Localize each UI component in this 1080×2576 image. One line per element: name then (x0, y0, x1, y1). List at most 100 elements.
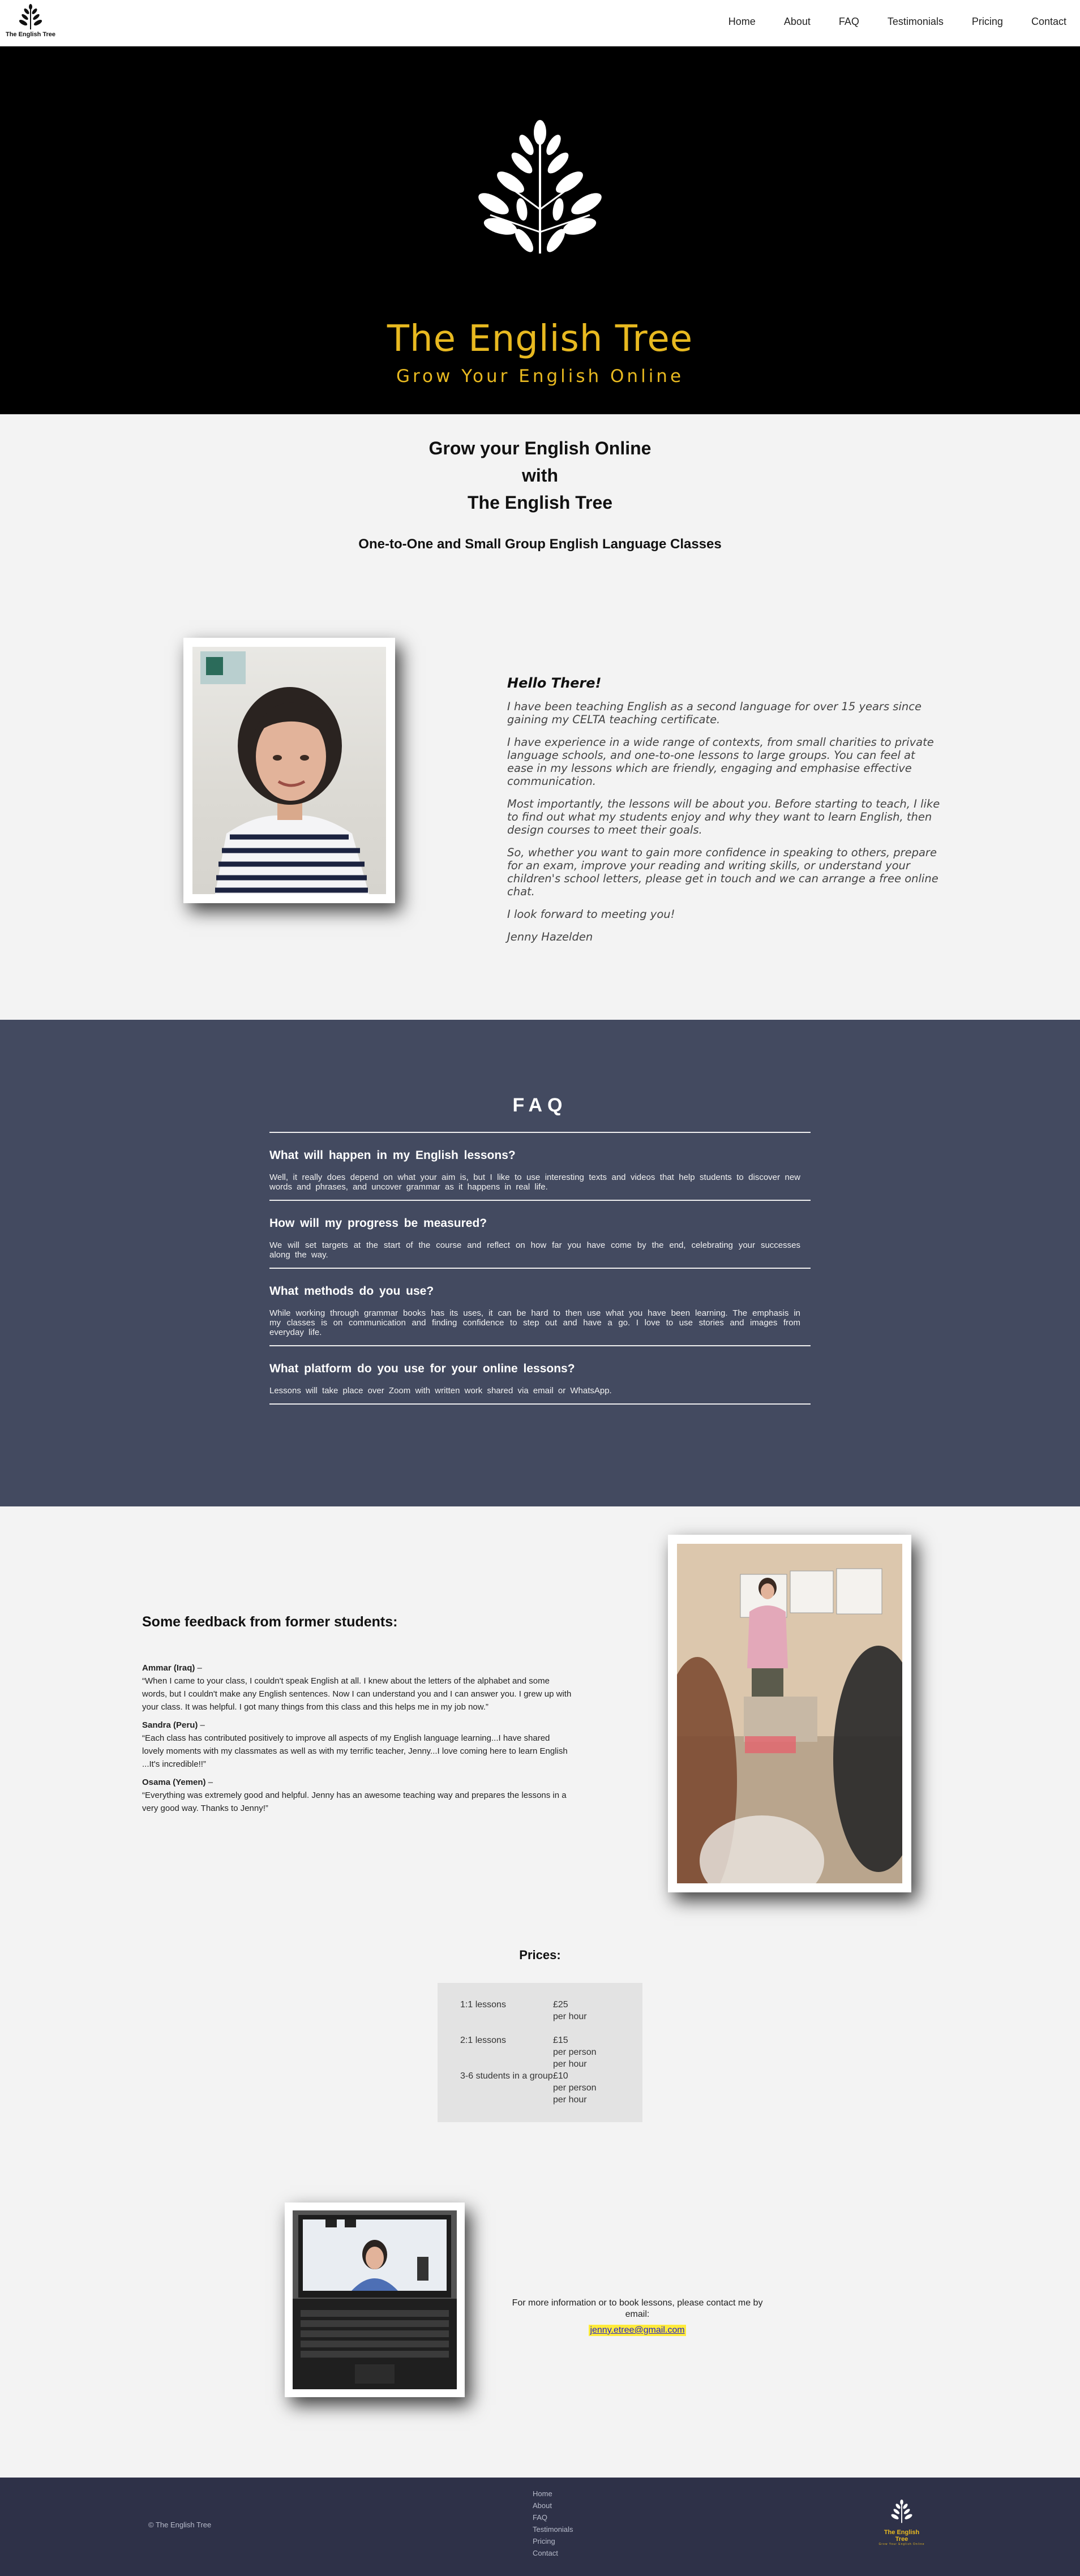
testimonials-section: Some feedback from former students: Amma… (0, 1506, 1080, 1948)
testimonial-item: Osama (Yemen) – “Everything was extremel… (142, 1776, 572, 1815)
footer-link-faq[interactable]: FAQ (533, 2511, 573, 2523)
intro-section: Grow your English Online with The Englis… (0, 414, 1080, 903)
nav-links: Home About FAQ Testimonials Pricing Cont… (714, 16, 1066, 28)
faq-item[interactable]: What methods do you use? While working t… (269, 1269, 811, 1337)
faq-question[interactable]: How will my progress be measured? (269, 1217, 811, 1230)
faq-question[interactable]: What platform do you use for your online… (269, 1362, 811, 1376)
intro-heading: Grow your English Online with The Englis… (0, 435, 1080, 516)
about-paragraph: So, whether you want to gain more confid… (507, 846, 938, 898)
testimonial-dash: – (208, 1778, 213, 1787)
pricing-unit: per person per hour (553, 2083, 597, 2105)
testimonial-dash: – (200, 1720, 205, 1730)
pricing-row: 1:1 lessons £25 per hour (438, 1999, 642, 2023)
nav-link-about[interactable]: About (770, 16, 825, 28)
pricing-row-label: 2:1 lessons (460, 2036, 506, 2045)
footer-link-testimonials[interactable]: Testimonials (533, 2523, 573, 2535)
pricing-row-value: £10 per person per hour (553, 2070, 598, 2106)
footer-logo[interactable]: The English Tree Grow Your English Onlin… (877, 2498, 926, 2546)
pricing-row: 3-6 students in a group £10 per person p… (438, 2070, 642, 2106)
footer-logo-text: The English Tree (884, 2529, 920, 2543)
top-navigation: The English Tree Home About FAQ Testimon… (0, 0, 1080, 46)
about-paragraph: I have experience in a wide range of con… (507, 736, 934, 788)
footer-link-pricing[interactable]: Pricing (533, 2535, 573, 2547)
classroom-illustration (677, 1544, 902, 1883)
faq-answer: While working through grammar books has … (269, 1308, 800, 1337)
teacher-portrait-frame (183, 638, 395, 903)
site-logo[interactable]: The English Tree (5, 3, 57, 38)
about-text: Hello There! I have been teaching Englis… (507, 675, 943, 953)
pricing-title: Prices: (519, 1948, 561, 1962)
faq-question[interactable]: What methods do you use? (269, 1285, 811, 1298)
contact-message: For more information or to book lessons,… (512, 2298, 763, 2319)
faq-item[interactable]: What will happen in my English lessons? … (269, 1133, 811, 1192)
about-greeting: Hello There! (507, 675, 602, 691)
about-signature: Jenny Hazelden (507, 930, 593, 943)
footer-logo-subtitle: Grow Your English Online (878, 2543, 925, 2546)
about-section: Hello There! I have been teaching Englis… (0, 675, 1080, 1020)
portrait-illustration (200, 651, 369, 894)
intro-heading-line: The English Tree (467, 492, 613, 513)
pricing-amount: £15 (553, 2036, 568, 2045)
pricing-unit: per hour (553, 2012, 587, 2021)
faq-item[interactable]: What platform do you use for your online… (269, 1346, 811, 1396)
classroom-photo (677, 1544, 902, 1883)
pricing-unit: per person per hour (553, 2047, 597, 2069)
faq-question[interactable]: What will happen in my English lessons? (269, 1149, 811, 1162)
pricing-section: Prices: 1:1 lessons £25 per hour 2:1 les… (0, 1948, 1080, 2163)
logo-text: The English Tree (5, 31, 56, 38)
footer-link-about[interactable]: About (533, 2500, 573, 2511)
hero-title: The English Tree (387, 318, 693, 360)
contact-text: For more information or to book lessons,… (502, 2298, 773, 2336)
pricing-row-label: 1:1 lessons (460, 2000, 506, 2010)
classroom-photo-frame (668, 1535, 911, 1892)
footer-link-contact[interactable]: Contact (533, 2547, 573, 2559)
laptop-illustration (293, 2210, 457, 2389)
contact-section: For more information or to book lessons,… (0, 2163, 1080, 2478)
tree-logo-icon (19, 4, 42, 29)
faq-answer: Well, it really does depend on what your… (269, 1173, 800, 1192)
nav-link-faq[interactable]: FAQ (825, 16, 873, 28)
faq-divider (269, 1403, 811, 1405)
faq-section: FAQ What will happen in my English lesso… (0, 1020, 1080, 1506)
laptop-photo (293, 2210, 457, 2389)
testimonial-author: Sandra (Peru) (142, 1720, 198, 1730)
about-paragraph: Most importantly, the lessons will be ab… (507, 797, 940, 836)
testimonial-dash: – (197, 1663, 202, 1673)
pricing-amount: £10 (553, 2071, 568, 2081)
nav-link-contact[interactable]: Contact (1017, 16, 1066, 28)
faq-list: What will happen in my English lessons? … (269, 1132, 811, 1405)
pricing-row: 2:1 lessons £15 per person per hour (438, 2034, 642, 2070)
nav-link-home[interactable]: Home (714, 16, 770, 28)
nav-link-pricing[interactable]: Pricing (958, 16, 1017, 28)
laptop-photo-frame (285, 2203, 465, 2397)
intro-subheading: One-to-One and Small Group English Langu… (358, 536, 722, 552)
testimonials-heading: Some feedback from former students: (142, 1614, 398, 1630)
testimonial-item: Ammar (Iraq) – “When I came to your clas… (142, 1661, 572, 1714)
testimonials-list: Ammar (Iraq) – “When I came to your clas… (142, 1661, 572, 1820)
tree-logo-icon (891, 2499, 912, 2523)
testimonial-quote: “When I came to your class, I couldn't s… (142, 1676, 572, 1712)
footer-links: Home About FAQ Testimonials Pricing Cont… (533, 2488, 573, 2559)
pricing-table: 1:1 lessons £25 per hour 2:1 lessons £15… (438, 1983, 642, 2122)
contact-email-link[interactable]: jenny.etree@gmail.com (589, 2325, 686, 2336)
hero-banner: The English Tree Grow Your English Onlin… (0, 46, 1080, 414)
pricing-row-value: £15 per person per hour (553, 2034, 598, 2070)
about-paragraph: I look forward to meeting you! (507, 908, 675, 921)
hero-subtitle: Grow Your English Online (396, 366, 684, 387)
about-paragraph: I have been teaching English as a second… (507, 700, 922, 726)
pricing-row-value: £25 per hour (553, 1999, 642, 2023)
intro-heading-line: with (522, 465, 558, 486)
nav-link-testimonials[interactable]: Testimonials (873, 16, 958, 28)
faq-item[interactable]: How will my progress be measured? We wil… (269, 1201, 811, 1260)
faq-title: FAQ (512, 1094, 568, 1116)
footer-link-home[interactable]: Home (533, 2488, 573, 2500)
tree-logo-icon (478, 120, 602, 254)
pricing-row-label: 3-6 students in a group (460, 2071, 553, 2081)
teacher-portrait-photo (192, 647, 386, 894)
faq-answer: Lessons will take place over Zoom with w… (269, 1386, 612, 1396)
intro-heading-line: Grow your English Online (428, 438, 652, 458)
testimonial-author: Osama (Yemen) (142, 1778, 206, 1787)
testimonial-quote: “Each class has contributed positively t… (142, 1733, 568, 1769)
pricing-amount: £25 (553, 2000, 568, 2010)
testimonial-author: Ammar (Iraq) (142, 1663, 195, 1673)
